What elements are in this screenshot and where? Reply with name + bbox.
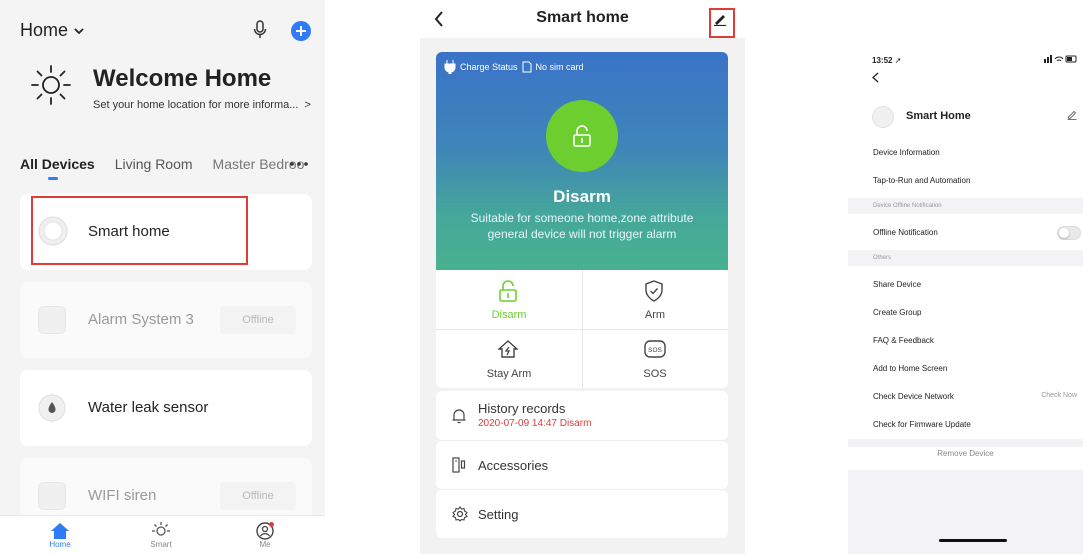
mode-sos[interactable]: SOS SOS — [582, 329, 728, 388]
history-entry: 2020-07-09 14:47 Disarm — [478, 418, 592, 429]
welcome-title: Welcome Home — [93, 65, 272, 92]
water-drop-icon — [38, 394, 66, 422]
gear-icon — [452, 506, 468, 522]
home-icon — [51, 523, 69, 539]
bottom-tab-bar: Home Smart Me — [0, 515, 325, 554]
mode-label: Arm — [644, 309, 666, 321]
highlight-box — [709, 8, 735, 38]
house-bolt-icon — [498, 340, 518, 358]
device-name: Water leak sensor — [88, 399, 209, 416]
menu-device-information[interactable]: Device Information — [848, 139, 1083, 167]
tab-home[interactable]: Home — [30, 522, 90, 549]
add-icon[interactable] — [291, 21, 311, 41]
disarm-state-button[interactable] — [546, 100, 618, 172]
tab-label: Home — [49, 540, 71, 549]
device-name: Alarm System 3 — [88, 311, 194, 328]
menu-offline-notification: Offline Notification — [848, 219, 1083, 247]
remove-device-button[interactable]: Remove Device — [848, 449, 1083, 458]
more-icon[interactable] — [290, 162, 308, 166]
home-indicator — [939, 539, 1007, 542]
device-card-alarm-system[interactable]: Alarm System 3 Offline — [20, 282, 312, 358]
microphone-icon[interactable] — [253, 20, 267, 40]
svg-text:SOS: SOS — [648, 347, 662, 354]
unlock-icon — [499, 280, 517, 302]
menu-create-group[interactable]: Create Group — [848, 299, 1083, 327]
tab-me[interactable]: Me — [235, 522, 295, 549]
bell-icon — [452, 409, 466, 424]
setting-row[interactable]: Setting — [436, 489, 728, 538]
status-icons — [1044, 55, 1078, 63]
mode-label: SOS — [643, 368, 667, 380]
menu-share-device[interactable]: Share Device — [848, 271, 1083, 299]
device-name: WIFI siren — [88, 487, 157, 504]
home-screen: Home Welcome Home Set your home location… — [0, 0, 325, 554]
mode-stay-arm[interactable]: Stay Arm — [436, 329, 582, 388]
sim-card-icon — [522, 61, 532, 73]
tab-label: Smart — [150, 540, 172, 549]
alarm-status-panel: Charge Status No sim card Disarm Suitabl… — [436, 52, 728, 270]
status-time: 13:52 ➚ — [872, 56, 902, 65]
menu-tap-to-run[interactable]: Tap-to-Run and Automation — [848, 167, 1083, 195]
home-selector[interactable]: Home — [20, 20, 84, 41]
sos-icon: SOS — [644, 340, 666, 358]
device-settings-screen: 13:52 ➚ Smart Home Device Information Ta… — [848, 0, 1083, 554]
tab-living-room[interactable]: Living Room — [115, 156, 193, 172]
page-title: Smart home — [536, 9, 629, 26]
location-prompt[interactable]: Set your home location for more informa.… — [93, 99, 311, 111]
check-now-link[interactable]: Check Now — [1041, 392, 1077, 399]
sun-icon — [31, 65, 71, 105]
back-icon[interactable] — [872, 72, 879, 83]
menu-faq-feedback[interactable]: FAQ & Feedback — [848, 327, 1083, 355]
menu-add-home-screen[interactable]: Add to Home Screen — [848, 355, 1083, 383]
chevron-right-icon: > — [301, 99, 311, 111]
sim-status: No sim card — [535, 62, 584, 72]
accessories-row[interactable]: Accessories — [436, 440, 728, 489]
room-tabs: All Devices Living Room Master Bedroo — [20, 156, 304, 172]
section-offline-notification: Device Offline Notification — [848, 198, 1083, 214]
tab-label: Me — [259, 540, 271, 549]
device-avatar — [872, 106, 894, 128]
edit-icon[interactable] — [1067, 110, 1077, 120]
status-row: Charge Status No sim card — [444, 60, 584, 74]
tab-all-devices[interactable]: All Devices — [20, 156, 95, 172]
mode-disarm[interactable]: Disarm — [436, 270, 582, 329]
mode-label: Stay Arm — [486, 368, 532, 380]
device-thumbnail — [38, 306, 66, 334]
sun-icon — [152, 522, 170, 536]
history-records-row[interactable]: History records 2020-07-09 14:47 Disarm — [436, 391, 728, 440]
section-others: Others — [848, 250, 1083, 266]
menu-check-network[interactable]: Check Device Network Check Now — [848, 383, 1083, 411]
home-title: Home — [20, 20, 69, 40]
device-name: Smart Home — [906, 110, 971, 122]
chevron-down-icon — [74, 27, 84, 34]
tab-smart[interactable]: Smart — [131, 522, 191, 549]
highlight-box — [31, 196, 248, 265]
offline-badge: Offline — [220, 306, 296, 334]
unlock-icon — [573, 125, 591, 147]
mode-grid: Disarm Arm Stay Arm SOS SOS — [436, 270, 728, 388]
charge-status: Charge Status — [460, 62, 518, 72]
alarm-state-description: Suitable for someone home,zone attribute… — [470, 211, 694, 241]
accessories-icon — [452, 457, 466, 473]
alarm-device-screen: Smart home Charge Status No sim card Dis… — [420, 0, 745, 554]
location-prompt-text: Set your home location for more informa.… — [93, 99, 299, 111]
history-label: History records — [478, 401, 566, 416]
offline-badge: Offline — [220, 482, 296, 510]
shield-check-icon — [645, 280, 663, 302]
device-card-water-leak[interactable]: Water leak sensor — [20, 370, 312, 446]
battery-icon — [1044, 55, 1077, 63]
section-separator — [848, 439, 1083, 447]
device-thumbnail — [38, 482, 66, 510]
tab-indicator — [48, 177, 58, 180]
plug-icon — [444, 60, 456, 74]
user-icon — [256, 522, 274, 540]
mode-arm[interactable]: Arm — [582, 270, 728, 329]
offline-notification-toggle[interactable] — [1057, 226, 1081, 240]
accessories-label: Accessories — [478, 458, 549, 473]
alarm-state: Disarm — [553, 187, 611, 206]
mode-label: Disarm — [491, 309, 527, 321]
menu-firmware-update[interactable]: Check for Firmware Update — [848, 411, 1083, 439]
setting-label: Setting — [478, 507, 519, 522]
